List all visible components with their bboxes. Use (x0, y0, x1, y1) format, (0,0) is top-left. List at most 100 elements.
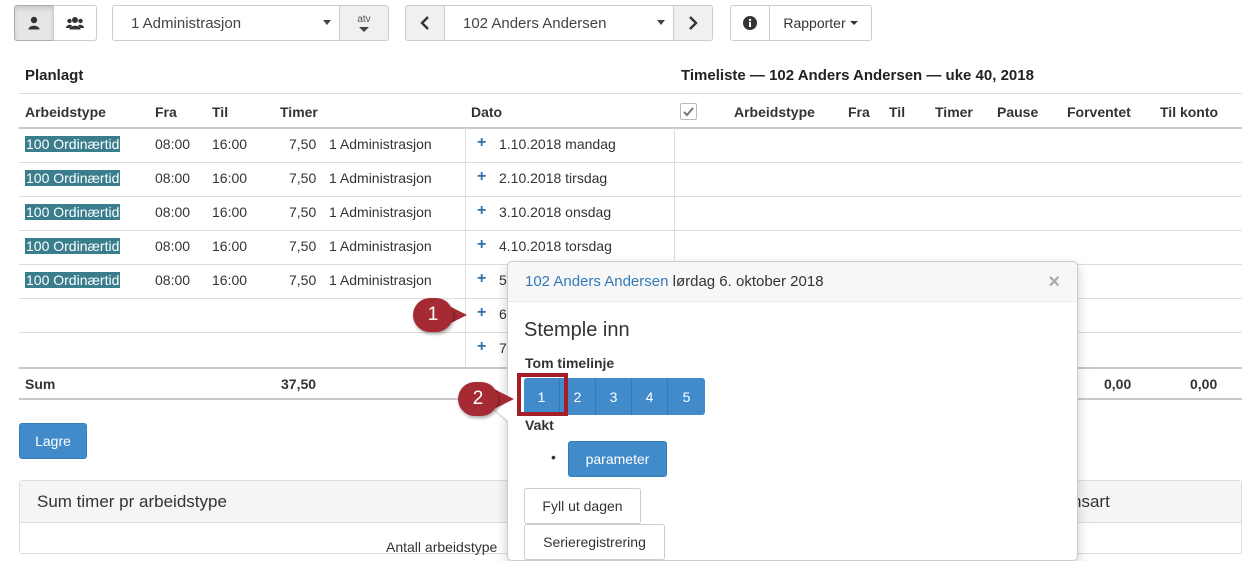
ts-col-hours: Timer (935, 104, 973, 120)
select-all-checkbox[interactable] (680, 103, 697, 120)
worktype-badge[interactable]: 100 Ordinærtid (25, 204, 121, 220)
col-header-from: Fra (155, 104, 177, 120)
hours-cell: 7,50 (289, 136, 317, 152)
info-button[interactable] (730, 5, 770, 41)
summary-column-header: Antall arbeidstype (386, 539, 498, 555)
date-cell: 1.10.2018 mandag (499, 136, 616, 152)
from-cell: 08:00 (155, 136, 191, 152)
timeline-option-4[interactable]: 4 (632, 378, 668, 415)
department-cell: 1 Administrasjon (329, 136, 432, 152)
next-employee-button[interactable] (673, 5, 713, 41)
fill-day-button[interactable]: Fyll ut dagen (524, 488, 641, 524)
popover-title: 102 Anders Andersen lørdag 6. oktober 20… (525, 273, 824, 290)
bullet: • (551, 449, 556, 465)
save-label: Lagre (35, 433, 71, 449)
to-cell: 16:00 (212, 272, 248, 288)
atv-label: atv (357, 13, 371, 25)
add-plus-icon[interactable]: + (477, 202, 486, 220)
users-icon (66, 17, 84, 30)
to-cell: 16:00 (212, 238, 248, 254)
sum-account: 0,00 (1190, 376, 1218, 392)
department-cell: 1 Administrasjon (329, 238, 432, 254)
ts-col-expected: Forventet (1067, 104, 1131, 120)
employee-select[interactable]: 102 Anders Andersen (444, 5, 674, 41)
col-header-hours: Timer (280, 104, 318, 120)
hours-cell: 7,50 (289, 272, 317, 288)
callout-1: 1 (413, 298, 473, 332)
timeline-option-label: 2 (573, 388, 582, 405)
department-cell: 1 Administrasjon (329, 272, 432, 288)
timeline-option-label: 3 (609, 388, 618, 405)
add-plus-icon[interactable]: + (477, 134, 486, 152)
chevron-down-icon (323, 20, 331, 25)
date-cell: 3.10.2018 onsdag (499, 204, 612, 220)
sum-hours: 37,50 (281, 376, 317, 392)
date-cell: 4.10.2018 torsdag (499, 238, 612, 254)
planned-title: Planlagt (25, 67, 84, 84)
caret-down-icon (359, 26, 369, 32)
hours-cell: 7,50 (289, 238, 317, 254)
date-cell: 6 (499, 306, 507, 322)
callout-2: 2 (458, 382, 520, 416)
series-registration-label: Serieregistrering (543, 534, 646, 550)
ts-col-worktype: Arbeidstype (734, 104, 815, 120)
employee-select-value: 102 Anders Andersen (463, 14, 607, 32)
hours-cell: 7,50 (289, 204, 317, 220)
popover-header: 102 Anders Andersen lørdag 6. oktober 20… (508, 262, 1077, 302)
date-cell: 7 (499, 340, 507, 356)
department-select[interactable]: 1 Administrasjon (112, 5, 340, 41)
ts-col-to: Til (889, 104, 906, 120)
from-cell: 08:00 (155, 272, 191, 288)
worktype-badge[interactable]: 100 Ordinærtid (25, 238, 121, 254)
from-cell: 08:00 (155, 238, 191, 254)
to-cell: 16:00 (212, 136, 248, 152)
save-button[interactable]: Lagre (19, 423, 87, 459)
department-cell: 1 Administrasjon (329, 204, 432, 220)
timeline-option-3[interactable]: 3 (596, 378, 632, 415)
employee-link[interactable]: 102 Anders Andersen (525, 273, 668, 290)
atv-button[interactable]: atv (339, 5, 389, 41)
add-plus-icon[interactable]: + (477, 338, 486, 356)
from-cell: 08:00 (155, 170, 191, 186)
from-cell: 08:00 (155, 204, 191, 220)
parameter-button[interactable]: parameter (568, 441, 667, 477)
reports-dropdown[interactable]: Rapporter (769, 5, 872, 41)
parameter-label: parameter (585, 451, 650, 467)
close-icon[interactable]: × (1048, 271, 1060, 294)
series-registration-button[interactable]: Serieregistrering (524, 524, 665, 560)
group-button[interactable] (53, 5, 97, 41)
hours-cell: 7,50 (289, 170, 317, 186)
col-header-worktype: Arbeidstype (25, 104, 106, 120)
timesheet-title: Timeliste — 102 Anders Andersen — uke 40… (681, 67, 1034, 84)
worktype-badge[interactable]: 100 Ordinærtid (25, 272, 121, 288)
col-header-to: Til (212, 104, 229, 120)
checkmark-icon (683, 107, 694, 117)
to-cell: 16:00 (212, 170, 248, 186)
chevron-right-icon (689, 16, 698, 30)
to-cell: 16:00 (212, 204, 248, 220)
header-bottom-line (19, 127, 1242, 129)
chevron-down-icon (657, 20, 665, 25)
worktype-badge[interactable]: 100 Ordinærtid (25, 170, 121, 186)
summary-panel-title: Sum timer pr arbeidstype (37, 492, 227, 511)
single-user-button[interactable] (14, 5, 54, 41)
worktype-badge[interactable]: 100 Ordinærtid (25, 136, 121, 152)
add-plus-icon[interactable]: + (477, 236, 486, 254)
timeline-option-5[interactable]: 5 (668, 378, 705, 415)
timeline-label: Tom timelinje (525, 355, 615, 371)
reports-label: Rapporter (783, 15, 846, 31)
sum-expected: 0,00 (1104, 376, 1132, 392)
row-line (19, 230, 1242, 231)
department-cell: 1 Administrasjon (329, 170, 432, 186)
ts-col-from: Fra (848, 104, 870, 120)
add-plus-icon[interactable]: + (477, 270, 486, 288)
popover-heading: Stemple inn (524, 319, 630, 341)
callout-badge: 1 (413, 298, 453, 332)
chevron-left-icon (420, 16, 429, 30)
add-plus-icon[interactable]: + (477, 304, 486, 322)
sum-label: Sum (25, 376, 56, 392)
previous-employee-button[interactable] (405, 5, 445, 41)
add-plus-icon[interactable]: + (477, 168, 486, 186)
department-select-value: 1 Administrasjon (131, 14, 242, 32)
header-top-line (19, 93, 1242, 94)
